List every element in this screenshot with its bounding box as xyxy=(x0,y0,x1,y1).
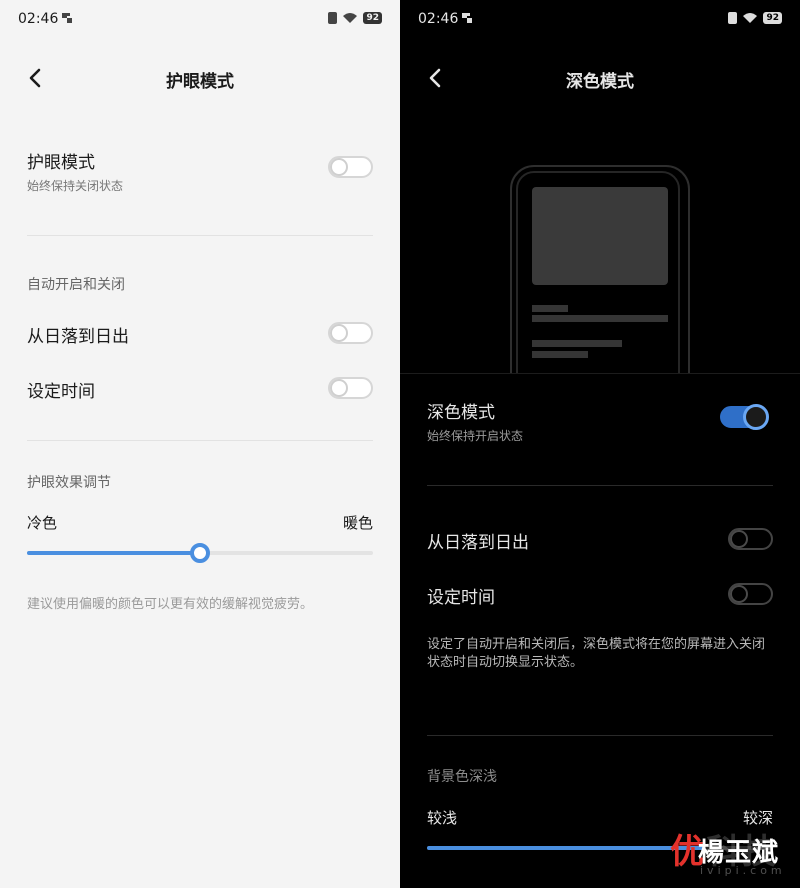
slider-thumb[interactable] xyxy=(190,543,210,563)
eye-mode-sub: 始终保持关闭状态 xyxy=(27,179,124,193)
watermark-url: ivipi.com xyxy=(700,864,786,877)
sunset-row[interactable]: 从日落到日出 xyxy=(27,322,373,347)
status-time: 02:46 xyxy=(18,11,59,27)
section-auto: 自动开启和关闭 xyxy=(27,277,125,293)
section-background: 背景色深浅 xyxy=(427,769,497,785)
schedule-label: 设定时间 xyxy=(27,382,95,402)
header: 护眼模式 xyxy=(0,56,400,100)
header: 深色模式 xyxy=(400,56,800,100)
dark-mode-toggle[interactable] xyxy=(720,404,769,430)
preview-line xyxy=(532,305,568,312)
toggle-knob xyxy=(330,324,348,342)
divider xyxy=(27,440,373,441)
section-effect: 护眼效果调节 xyxy=(27,475,111,491)
slider-light-label: 较浅 xyxy=(427,809,458,827)
eye-mode-toggle[interactable] xyxy=(328,156,373,178)
schedule-row[interactable]: 设定时间 xyxy=(427,583,773,608)
divider xyxy=(27,235,373,236)
page-title: 深色模式 xyxy=(566,72,634,92)
toggle-knob xyxy=(330,379,348,397)
status-time: 02:46 xyxy=(418,11,459,27)
dark-mode-row[interactable]: 深色模式 始终保持开启状态 xyxy=(427,398,773,444)
sunset-toggle[interactable] xyxy=(728,528,773,550)
schedule-row[interactable]: 设定时间 xyxy=(27,377,373,402)
battery-icon: 92 xyxy=(763,12,782,24)
eye-protection-screen: 02:46 92 护眼模式 护眼模式 始终保持关闭状态 自动开启和关闭 从日落到… xyxy=(0,0,400,888)
preview-line xyxy=(532,315,668,322)
status-bar: 02:46 92 xyxy=(400,0,800,40)
eye-note: 建议使用偏暖的颜色可以更有效的缓解视觉疲劳。 xyxy=(27,597,314,612)
settings-area xyxy=(400,373,800,888)
sunset-row[interactable]: 从日落到日出 xyxy=(427,528,773,553)
sunset-label: 从日落到日出 xyxy=(27,327,129,347)
toggle-knob xyxy=(730,530,748,548)
divider xyxy=(427,485,773,486)
battery-icon: 92 xyxy=(363,12,382,24)
eye-mode-row[interactable]: 护眼模式 始终保持关闭状态 xyxy=(27,148,373,194)
preview-card xyxy=(532,187,668,285)
divider xyxy=(427,735,773,736)
dark-note: 设定了自动开启和关闭后，深色模式将在您的屏幕进入关闭状态时自动切换显示状态。 xyxy=(427,637,766,670)
status-bar: 02:46 92 xyxy=(0,0,400,40)
sim-icon xyxy=(728,12,738,24)
schedule-toggle[interactable] xyxy=(328,377,373,399)
toggle-knob xyxy=(330,158,348,176)
toggle-knob xyxy=(743,404,769,430)
dark-mode-sub: 始终保持开启状态 xyxy=(427,429,524,443)
preview-line xyxy=(532,351,588,358)
wifi-icon xyxy=(343,13,358,23)
notification-icon xyxy=(462,13,472,23)
sunset-label: 从日落到日出 xyxy=(427,533,529,553)
sim-icon xyxy=(328,12,338,24)
slider-fill xyxy=(427,846,704,850)
slider-cool-label: 冷色 xyxy=(27,514,58,532)
eye-effect-slider[interactable] xyxy=(27,543,373,563)
page-title: 护眼模式 xyxy=(166,72,234,92)
phone-preview-illustration xyxy=(510,165,690,405)
preview-line xyxy=(532,340,622,347)
dark-mode-screen: 02:46 92 深色模式 深色模式 始终保持开启状态 从日落到日出 设定时间 … xyxy=(400,0,800,888)
watermark-logo: 优科技 优 楊玉斌 ivipi.com xyxy=(670,824,790,877)
toggle-knob xyxy=(730,585,748,603)
slider-fill xyxy=(27,551,200,555)
sunset-toggle[interactable] xyxy=(328,322,373,344)
schedule-label: 设定时间 xyxy=(427,588,495,608)
schedule-toggle[interactable] xyxy=(728,583,773,605)
wifi-icon xyxy=(743,13,758,23)
eye-mode-label: 护眼模式 xyxy=(27,153,95,173)
notification-icon xyxy=(62,13,72,23)
slider-warm-label: 暖色 xyxy=(342,514,373,532)
